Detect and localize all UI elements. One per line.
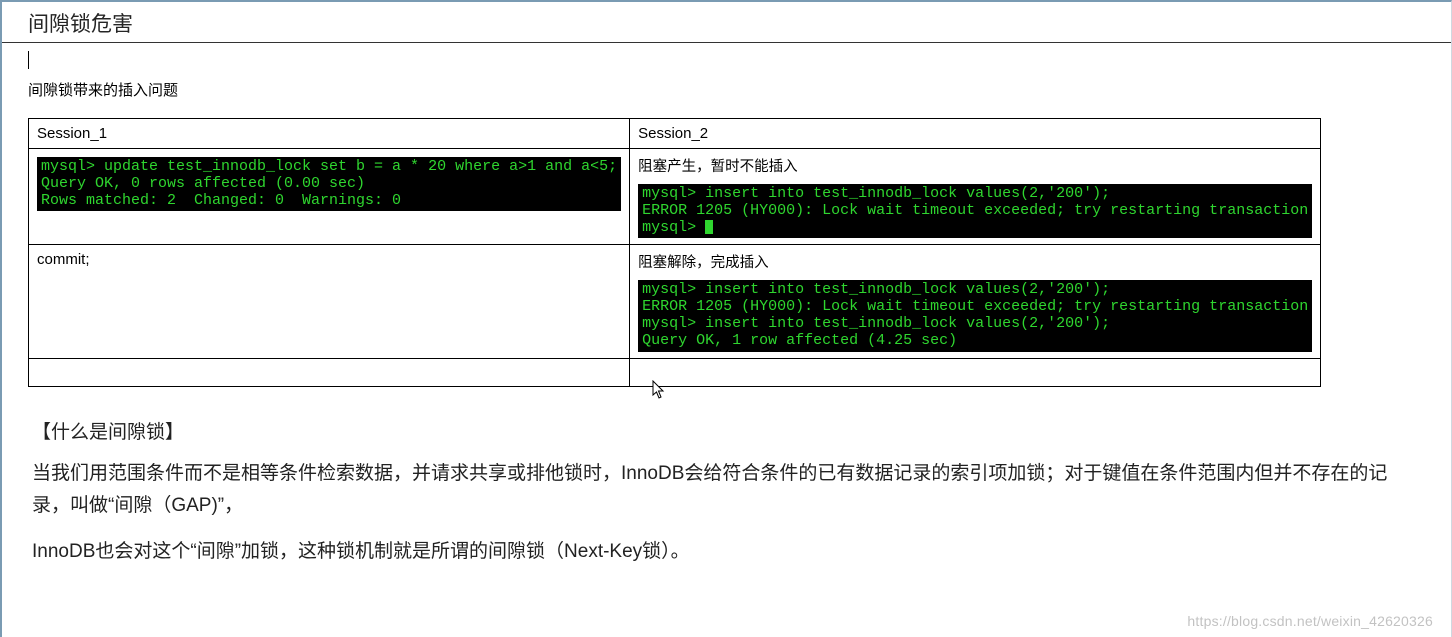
empty-cell	[630, 358, 1321, 386]
blocking-note: 阻塞产生，暂时不能插入	[638, 155, 1312, 176]
table-row: mysql> update test_innodb_lock set b = a…	[29, 149, 1321, 245]
terminal-output: mysql> update test_innodb_lock set b = a…	[37, 157, 621, 211]
paragraph: 当我们用范围条件而不是相等条件检索数据，并请求共享或排他锁时，InnoDB会给符…	[32, 458, 1425, 523]
header-session-1: Session_1	[29, 119, 630, 149]
watermark: https://blog.csdn.net/weixin_42620326	[1187, 613, 1433, 629]
text-caret	[28, 51, 29, 69]
commit-text: commit;	[37, 251, 90, 268]
content-area: 间隙锁带来的插入问题 Session_1 Session_2 mysql> up…	[2, 49, 1451, 568]
header-session-2: Session_2	[630, 119, 1321, 149]
cell-session2-step2: 阻塞解除，完成插入 mysql> insert into test_innodb…	[630, 245, 1321, 358]
empty-cell	[29, 358, 630, 386]
cell-session1-step2: commit;	[29, 245, 630, 358]
session-table: Session_1 Session_2 mysql> update test_i…	[28, 118, 1321, 387]
cell-session2-step1: 阻塞产生，暂时不能插入 mysql> insert into test_inno…	[630, 149, 1321, 245]
table-row: commit; 阻塞解除，完成插入 mysql> insert into tes…	[29, 245, 1321, 358]
section-heading: 【什么是间隙锁】	[32, 417, 1425, 444]
table-row-empty	[29, 358, 1321, 386]
page-title: 间隙锁危害	[2, 2, 1451, 42]
subtitle: 间隙锁带来的插入问题	[28, 79, 1425, 100]
paragraph: InnoDB也会对这个“间隙”加锁，这种锁机制就是所谓的间隙锁（Next-Key…	[32, 536, 1425, 568]
title-divider	[2, 42, 1451, 43]
terminal-output: mysql> insert into test_innodb_lock valu…	[638, 184, 1312, 238]
terminal-text: mysql> insert into test_innodb_lock valu…	[642, 185, 1308, 236]
text-caret-line	[28, 49, 1425, 71]
document-frame: 间隙锁危害 间隙锁带来的插入问题 Session_1 Session_2 mys…	[0, 0, 1452, 637]
unblocked-note: 阻塞解除，完成插入	[638, 251, 1312, 272]
table-header-row: Session_1 Session_2	[29, 119, 1321, 149]
cell-session1-step1: mysql> update test_innodb_lock set b = a…	[29, 149, 630, 245]
terminal-output: mysql> insert into test_innodb_lock valu…	[638, 280, 1312, 351]
terminal-cursor-icon	[705, 220, 713, 234]
